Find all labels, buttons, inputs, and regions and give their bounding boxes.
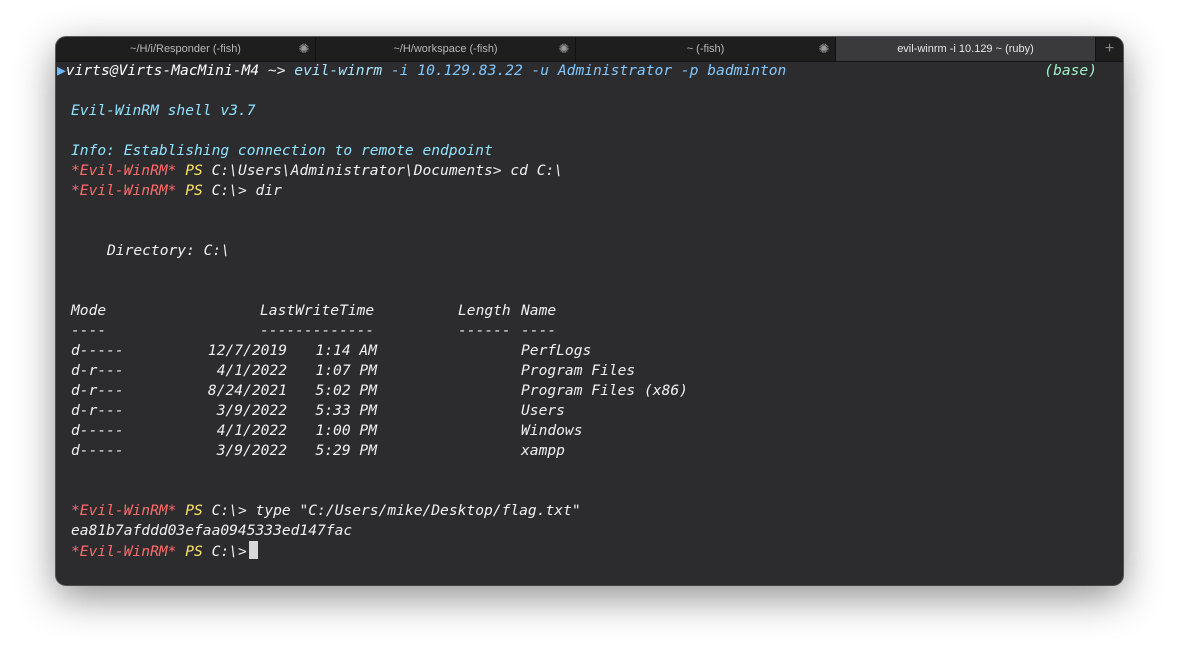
row-mode: d-r--- (71, 402, 124, 419)
tab-label: ~/H/i/Responder (-fish) (130, 43, 241, 55)
prompt-tag: *Evil-WinRM* (71, 543, 177, 560)
row-time: 5:29 PM (315, 442, 377, 459)
directory-heading: Directory: C:\ (107, 242, 231, 259)
prompt-tag: *Evil-WinRM* (71, 182, 177, 199)
row-date: 8/24/2021 (207, 382, 287, 399)
conda-env-badge: (base) (1044, 62, 1097, 79)
shell-at: @ (109, 62, 119, 79)
row-name: PerfLogs (521, 342, 592, 359)
shell-command: evil-winrm (294, 62, 383, 79)
row-time: 1:00 PM (315, 422, 377, 439)
prompt-arrow-icon: ▶ (57, 62, 66, 79)
shell-dir: ~> (259, 62, 295, 79)
tab-bar: ~/H/i/Responder (-fish) ✺ ~/H/workspace … (56, 37, 1123, 62)
shell-prompt-line: ▶virts@Virts-MacMini-M4 ~> evil-winrm -i… (57, 61, 786, 81)
row-mode: d-r--- (71, 362, 124, 379)
row-date: 3/9/2022 (216, 442, 287, 459)
tab-label: evil-winrm -i 10.129 ~ (ruby) (897, 43, 1034, 55)
prompt-command: type "C:/Users/mike/Desktop/flag.txt" (246, 502, 581, 519)
tab-evil-winrm[interactable]: evil-winrm -i 10.129 ~ (ruby) (836, 37, 1096, 61)
header-length: Length (458, 302, 511, 319)
row-name: xampp (521, 442, 565, 459)
row-date: 12/7/2019 (207, 342, 287, 359)
shell-user: virts (65, 62, 110, 79)
prompt-path: C:\> (211, 543, 247, 560)
prompt-line: *Evil-WinRM* PS C:\> type "C:/Users/mike… (71, 501, 581, 521)
row-date: 3/9/2022 (216, 402, 287, 419)
tab-label: ~/H/workspace (-fish) (393, 43, 498, 55)
prompt-ps: PS (185, 182, 203, 199)
prompt-path: C:\Users\Administrator\Documents> (211, 162, 502, 179)
terminal-output[interactable]: ▶virts@Virts-MacMini-M4 ~> evil-winrm -i… (56, 61, 1123, 585)
prompt-tag: *Evil-WinRM* (71, 162, 177, 179)
terminal-window: ~/H/i/Responder (-fish) ✺ ~/H/workspace … (56, 37, 1123, 585)
flag-output: ea81b7afddd03efaa0945333ed147fac (71, 522, 353, 539)
row-name: Users (521, 402, 565, 419)
prompt-command: dir (246, 182, 282, 199)
row-mode: d----- (71, 442, 124, 459)
tab-home[interactable]: ~ (-fish) ✺ (576, 37, 836, 61)
prompt-tag: *Evil-WinRM* (71, 502, 177, 519)
header-lastwritetime: LastWriteTime (260, 302, 375, 319)
row-mode: d-r--- (71, 382, 124, 399)
prompt-line: *Evil-WinRM* PS C:\> dir (71, 181, 282, 201)
shell-host: Virts-MacMini-M4 (118, 62, 260, 79)
row-date: 4/1/2022 (216, 422, 287, 439)
spinner-icon: ✺ (558, 41, 570, 56)
underline-length: ------ (458, 322, 511, 339)
shell-args: -i 10.129.83.22 -u Administrator -p badm… (382, 62, 787, 79)
info-text: Info: Establishing connection to remote … (71, 142, 493, 159)
prompt-line: *Evil-WinRM* PS C:\Users\Administrator\D… (71, 161, 563, 181)
underline-lastwritetime: ------------- (260, 322, 375, 339)
row-time: 1:07 PM (315, 362, 377, 379)
prompt-path: C:\> (211, 182, 247, 199)
tab-responder[interactable]: ~/H/i/Responder (-fish) ✺ (56, 37, 316, 61)
row-name: Windows (521, 422, 583, 439)
spinner-icon: ✺ (298, 41, 310, 56)
row-time: 5:02 PM (315, 382, 377, 399)
row-time: 5:33 PM (315, 402, 377, 419)
banner-text: Evil-WinRM shell v3.7 (71, 102, 256, 119)
text-cursor (248, 541, 258, 559)
prompt-ps: PS (185, 543, 203, 560)
spinner-icon: ✺ (818, 41, 830, 56)
tab-workspace[interactable]: ~/H/workspace (-fish) ✺ (316, 37, 576, 61)
row-name: Program Files (x86) (521, 382, 688, 399)
prompt-ps: PS (185, 502, 203, 519)
underline-mode: ---- (71, 322, 107, 339)
prompt-ps: PS (185, 162, 203, 179)
prompt-command: cd C:\ (501, 162, 564, 179)
row-mode: d----- (71, 342, 124, 359)
row-name: Program Files (521, 362, 636, 379)
new-tab-button[interactable]: + (1096, 37, 1123, 61)
prompt-path: C:\> (211, 502, 247, 519)
row-mode: d----- (71, 422, 124, 439)
header-name: Name (521, 302, 557, 319)
header-mode: Mode (71, 302, 107, 319)
underline-name: ---- (521, 322, 557, 339)
plus-icon: + (1104, 40, 1115, 57)
row-date: 4/1/2022 (216, 362, 287, 379)
active-prompt-line[interactable]: *Evil-WinRM* PS C:\> (71, 541, 258, 561)
tab-label: ~ (-fish) (686, 43, 725, 55)
row-time: 1:14 AM (315, 342, 377, 359)
